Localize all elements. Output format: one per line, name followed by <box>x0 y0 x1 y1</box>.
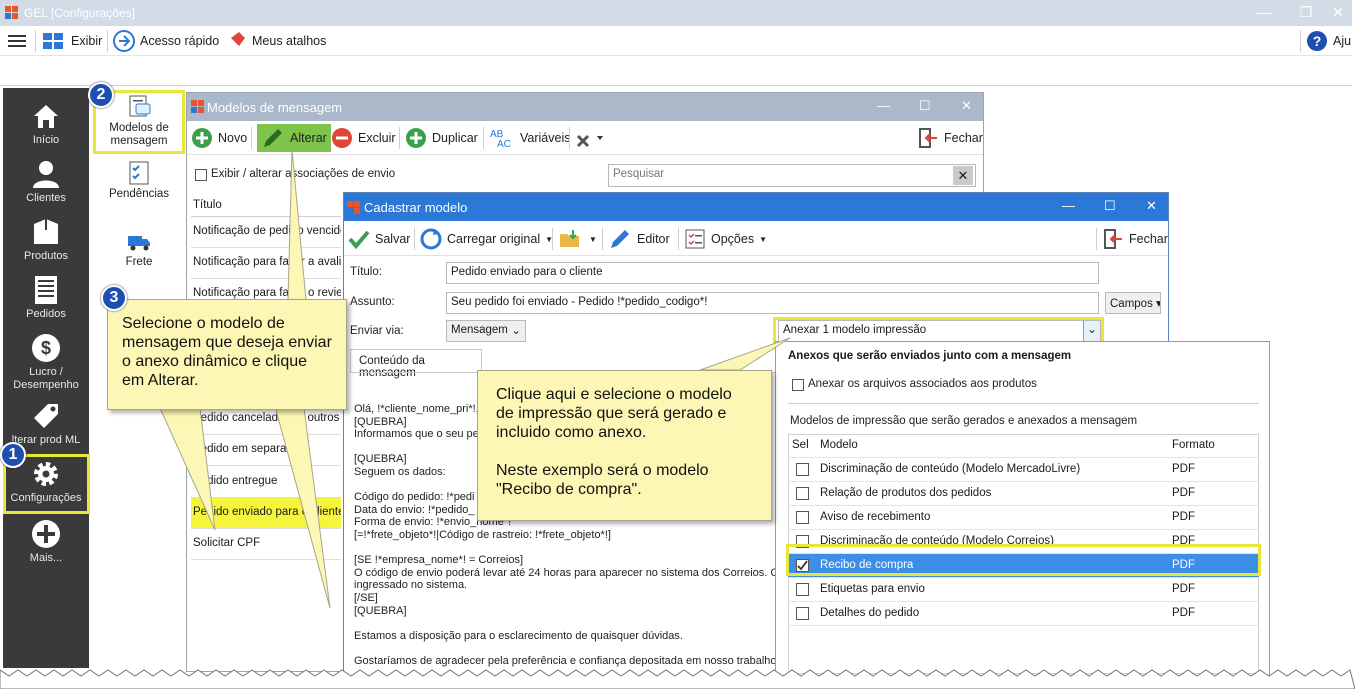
callout-anexo: Clique aqui e selecione o modelo de impr… <box>477 370 772 521</box>
torn-edge <box>0 669 1355 689</box>
callout-step3: Selecione o modelo de mensagem que desej… <box>107 299 347 410</box>
step-badge-3: 3 <box>101 285 127 311</box>
callout-step3-text: Selecione o modelo de mensagem que desej… <box>122 315 332 389</box>
callout-anexo-text-2: Neste exemplo será o modelo "Recibo de c… <box>496 462 709 498</box>
callout-anexo-text-1: Clique aqui e selecione o modelo de impr… <box>496 386 732 441</box>
